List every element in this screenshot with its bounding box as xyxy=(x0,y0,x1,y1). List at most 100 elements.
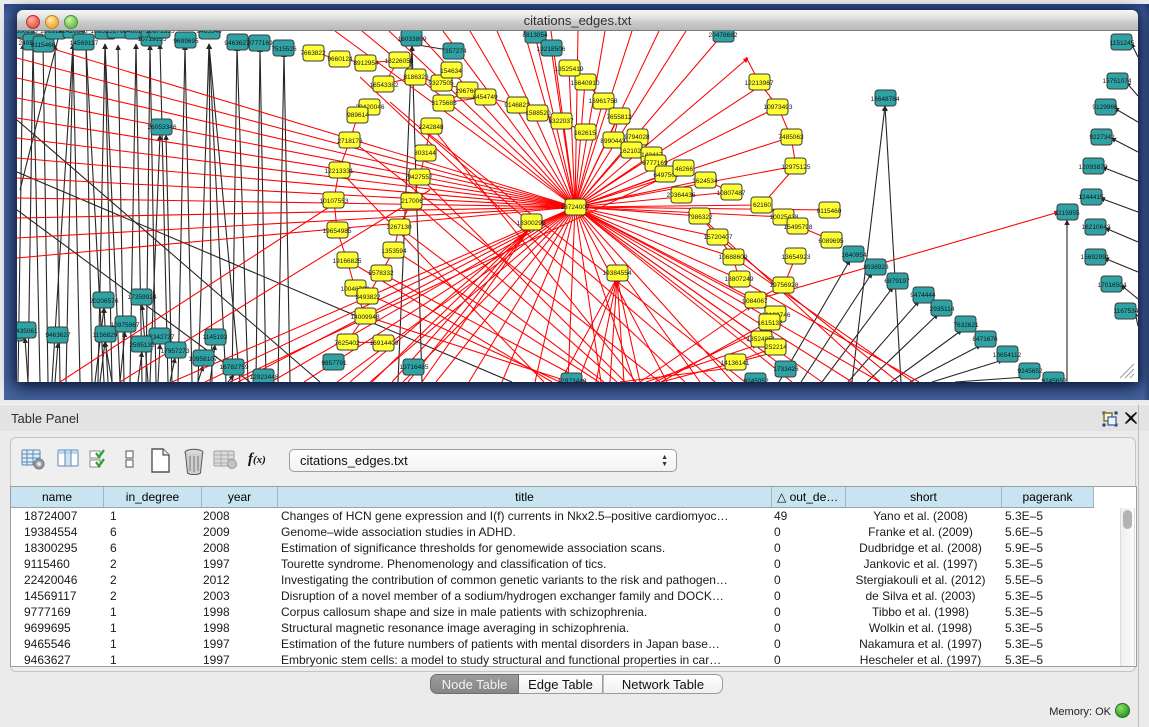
svg-text:3493822: 3493822 xyxy=(355,294,381,301)
svg-text:16648764: 16648764 xyxy=(871,96,900,103)
svg-text:12213331: 12213331 xyxy=(325,168,354,175)
svg-text:19218506: 19218506 xyxy=(537,46,566,53)
svg-text:16640910: 16640910 xyxy=(571,80,600,87)
svg-text:17359924: 17359924 xyxy=(128,294,157,301)
svg-text:16914409: 16914409 xyxy=(370,340,399,347)
svg-text:252214: 252214 xyxy=(765,344,787,351)
svg-text:13716485: 13716485 xyxy=(400,364,429,371)
svg-text:9699695: 9699695 xyxy=(173,38,199,45)
svg-text:1353594: 1353594 xyxy=(381,248,407,255)
svg-text:18724007: 18724007 xyxy=(561,204,590,211)
svg-text:9115460: 9115460 xyxy=(31,42,56,49)
svg-text:5578332: 5578332 xyxy=(368,270,394,277)
svg-text:9245652: 9245652 xyxy=(1017,368,1043,375)
svg-text:9474444: 9474444 xyxy=(910,292,936,299)
svg-text:15751074: 15751074 xyxy=(1103,78,1132,85)
svg-text:9857791: 9857791 xyxy=(321,360,347,367)
svg-text:2242848: 2242848 xyxy=(418,124,444,131)
svg-text:3175685: 3175685 xyxy=(431,100,457,107)
svg-text:1151245: 1151245 xyxy=(1110,40,1135,47)
svg-text:13226058: 13226058 xyxy=(385,58,414,65)
svg-text:19756928: 19756928 xyxy=(770,282,799,289)
svg-text:8322037: 8322037 xyxy=(548,118,574,125)
svg-text:9660124: 9660124 xyxy=(327,56,353,63)
svg-text:1167534: 1167534 xyxy=(1114,308,1138,315)
svg-text:14569117: 14569117 xyxy=(70,40,99,47)
svg-text:9146821: 9146821 xyxy=(504,102,530,109)
svg-text:8813054: 8813054 xyxy=(522,32,548,39)
svg-text:10975867: 10975867 xyxy=(111,322,140,329)
svg-text:18807249: 18807249 xyxy=(725,276,754,283)
svg-text:1615132: 1615132 xyxy=(757,320,783,327)
svg-text:2935114: 2935114 xyxy=(930,306,955,313)
svg-text:9129966: 9129966 xyxy=(1092,104,1118,111)
svg-text:7515526: 7515526 xyxy=(271,46,297,53)
svg-text:12213967: 12213967 xyxy=(745,80,774,87)
svg-text:1588520: 1588520 xyxy=(525,110,551,117)
svg-text:20206576: 20206576 xyxy=(90,298,119,305)
svg-text:10958107: 10958107 xyxy=(189,356,218,363)
svg-text:16782759: 16782759 xyxy=(220,364,249,371)
svg-text:7986322: 7986322 xyxy=(687,214,713,221)
svg-text:10671355: 10671355 xyxy=(146,31,175,35)
svg-text:13525419: 13525419 xyxy=(555,66,584,73)
svg-text:6879197: 6879197 xyxy=(884,278,910,285)
svg-text:154634: 154634 xyxy=(440,68,462,75)
svg-text:8454749: 8454749 xyxy=(472,94,498,101)
svg-text:16033809: 16033809 xyxy=(398,36,427,43)
svg-text:12093872: 12093872 xyxy=(1079,164,1108,171)
svg-text:17016504: 17016504 xyxy=(1098,282,1127,289)
svg-text:20364436: 20364436 xyxy=(667,192,696,199)
svg-text:1640954: 1640954 xyxy=(841,252,867,259)
svg-text:3624534: 3624534 xyxy=(692,178,718,185)
svg-text:46266: 46266 xyxy=(675,166,693,173)
svg-text:2718176: 2718176 xyxy=(337,138,363,145)
svg-text:8912954: 8912954 xyxy=(353,60,379,67)
svg-text:9327505: 9327505 xyxy=(428,80,454,87)
svg-text:62160: 62160 xyxy=(753,202,771,209)
svg-text:162615: 162615 xyxy=(574,130,596,137)
svg-text:9427552: 9427552 xyxy=(407,174,433,181)
svg-text:12923448: 12923448 xyxy=(250,374,279,381)
svg-text:19166825: 19166825 xyxy=(333,258,362,265)
svg-text:2595135: 2595135 xyxy=(129,342,155,349)
svg-text:7357274: 7357274 xyxy=(441,48,467,55)
svg-text:15495798: 15495798 xyxy=(784,224,813,231)
svg-text:15720407: 15720407 xyxy=(704,234,733,241)
svg-text:7663822: 7663822 xyxy=(300,50,326,57)
svg-text:1156829: 1156829 xyxy=(93,332,118,339)
svg-text:7632621: 7632621 xyxy=(953,322,979,329)
svg-text:9245652: 9245652 xyxy=(1041,378,1067,382)
svg-text:18300295: 18300295 xyxy=(517,220,546,227)
svg-text:13654923: 13654923 xyxy=(782,254,811,261)
svg-text:9465546: 9465546 xyxy=(196,31,222,35)
svg-text:1733426: 1733426 xyxy=(773,366,799,373)
svg-text:7655812: 7655812 xyxy=(606,114,632,121)
svg-text:6089695: 6089695 xyxy=(818,238,844,245)
svg-text:9084067: 9084067 xyxy=(742,298,768,305)
svg-text:1435061: 1435061 xyxy=(17,328,38,335)
svg-text:1145193: 1145193 xyxy=(203,334,228,341)
svg-text:8186323: 8186323 xyxy=(403,74,429,81)
svg-text:3267130: 3267130 xyxy=(386,224,412,231)
svg-text:19654985: 19654985 xyxy=(323,228,352,235)
svg-text:19384554: 19384554 xyxy=(603,270,632,277)
svg-text:14136141: 14136141 xyxy=(721,360,750,367)
svg-text:8471676: 8471676 xyxy=(972,336,998,343)
svg-text:9777169: 9777169 xyxy=(247,40,273,47)
svg-text:9794028: 9794028 xyxy=(624,134,650,141)
svg-text:10973493: 10973493 xyxy=(764,104,793,111)
svg-text:14009948: 14009948 xyxy=(351,314,380,321)
svg-text:9115460: 9115460 xyxy=(817,208,842,215)
svg-text:1244415: 1244415 xyxy=(1078,194,1104,201)
svg-text:10688609: 10688609 xyxy=(719,254,748,261)
svg-text:16961758: 16961758 xyxy=(589,98,618,105)
svg-text:16543382: 16543382 xyxy=(370,82,399,89)
svg-text:10807487: 10807487 xyxy=(717,190,746,197)
svg-text:15692991: 15692991 xyxy=(1081,254,1110,261)
svg-text:10107553: 10107553 xyxy=(320,198,349,205)
svg-text:9463627: 9463627 xyxy=(45,332,71,339)
svg-text:16210643: 16210643 xyxy=(1082,224,1111,231)
svg-text:26053346: 26053346 xyxy=(148,124,177,131)
svg-text:10654112: 10654112 xyxy=(993,352,1022,359)
